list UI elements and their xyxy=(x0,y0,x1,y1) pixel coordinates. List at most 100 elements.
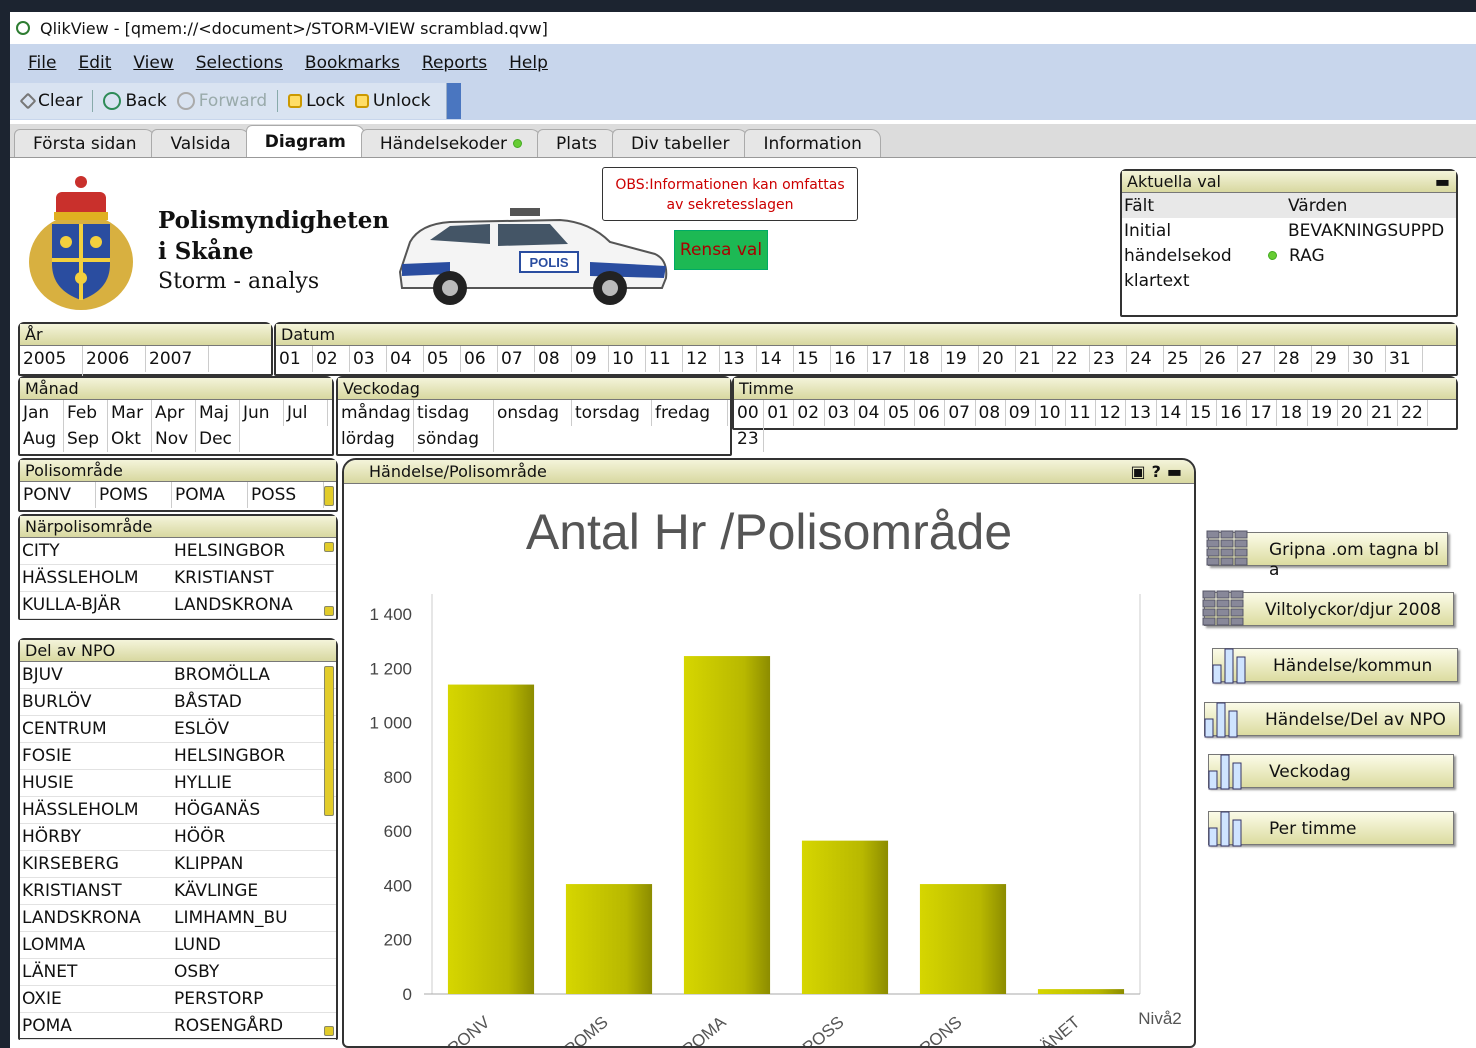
tab-diagram[interactable]: Diagram xyxy=(245,125,365,157)
ar-value-cell[interactable]: 2005 xyxy=(20,346,83,372)
datum-value-cell[interactable]: 12 xyxy=(683,346,720,372)
menu-view[interactable]: View xyxy=(133,53,173,73)
scroll-down-icon[interactable] xyxy=(324,1026,334,1036)
datum-value-cell[interactable]: 28 xyxy=(1275,346,1312,372)
polisomrade-value-cell[interactable]: POMS xyxy=(96,482,172,508)
veckodag-value-cell[interactable]: onsdag xyxy=(494,400,572,426)
lock-button[interactable]: Lock xyxy=(288,91,345,111)
del-av-npo-item[interactable]: BURLÖV xyxy=(20,692,172,712)
nav-button-3[interactable]: Händelse/kommun xyxy=(1212,648,1458,684)
bar-poss[interactable] xyxy=(801,840,889,994)
timme-value-cell[interactable]: 10 xyxy=(1036,400,1067,426)
del-av-npo-item[interactable]: KLIPPAN xyxy=(172,854,324,874)
del-av-npo-item[interactable]: HELSINGBOR xyxy=(172,746,324,766)
export-icon[interactable]: ▣ xyxy=(1130,462,1151,481)
scroll-handle-icon[interactable] xyxy=(324,486,334,506)
datum-value-cell[interactable]: 13 xyxy=(720,346,757,372)
bar-poms[interactable] xyxy=(565,884,653,994)
tab-valsida[interactable]: Valsida xyxy=(151,129,250,157)
timme-value-cell[interactable]: 12 xyxy=(1096,400,1127,426)
manad-value-cell[interactable]: Mar xyxy=(108,400,152,426)
narpolisomrade-item[interactable]: LANDSKRONA xyxy=(172,595,324,615)
narpolisomrade-item[interactable]: HELSINGBOR xyxy=(172,541,324,561)
ar-value-cell[interactable]: 2007 xyxy=(146,346,209,372)
manad-value-cell[interactable]: Sep xyxy=(64,426,108,452)
datum-value-cell[interactable]: 15 xyxy=(794,346,831,372)
timme-value-cell[interactable]: 18 xyxy=(1277,400,1308,426)
menu-selections[interactable]: Selections xyxy=(196,53,283,73)
help-icon[interactable]: ? xyxy=(1152,462,1167,481)
menu-help[interactable]: Help xyxy=(509,53,548,73)
forward-button[interactable]: Forward xyxy=(176,91,267,111)
timme-value-cell[interactable]: 03 xyxy=(825,400,855,426)
minimize-icon[interactable]: ▬ xyxy=(1435,172,1450,191)
datum-value-cell[interactable]: 01 xyxy=(276,346,313,372)
veckodag-value-cell[interactable]: torsdag xyxy=(572,400,652,426)
del-av-npo-item[interactable]: BROMÖLLA xyxy=(172,665,324,685)
del-av-npo-item[interactable]: HÖGANÄS xyxy=(172,800,324,820)
datum-value-cell[interactable]: 26 xyxy=(1201,346,1238,372)
timme-value-cell[interactable]: 23 xyxy=(734,426,765,452)
selection-row[interactable]: händelsekod RAG xyxy=(1122,243,1456,268)
tab-forsta-sidan[interactable]: Första sidan xyxy=(14,129,156,157)
timme-value-cell[interactable]: 04 xyxy=(855,400,885,426)
manad-value-cell[interactable]: Jun xyxy=(240,400,284,426)
menu-file[interactable]: File xyxy=(28,53,56,73)
datum-value-cell[interactable]: 20 xyxy=(979,346,1016,372)
menu-reports[interactable]: Reports xyxy=(422,53,487,73)
clear-button[interactable]: Clear xyxy=(19,91,82,111)
datum-value-cell[interactable]: 30 xyxy=(1349,346,1386,372)
timme-value-cell[interactable]: 05 xyxy=(885,400,916,426)
manad-value-cell[interactable]: Apr xyxy=(152,400,196,426)
ar-value-cell[interactable]: 2006 xyxy=(83,346,146,372)
datum-value-cell[interactable]: 08 xyxy=(535,346,572,372)
datum-value-cell[interactable]: 10 xyxy=(609,346,646,372)
back-button[interactable]: Back xyxy=(103,91,167,111)
manad-value-cell[interactable]: Okt xyxy=(108,426,152,452)
datum-value-cell[interactable]: 14 xyxy=(757,346,794,372)
unlock-button[interactable]: Unlock xyxy=(354,91,430,111)
timme-value-cell[interactable]: 11 xyxy=(1066,400,1097,426)
nav-button-2[interactable]: Viltolyckor/djur 2008 xyxy=(1202,590,1454,626)
selection-row[interactable]: klartext xyxy=(1122,268,1456,293)
del-av-npo-item[interactable]: LOMMA xyxy=(20,935,172,955)
timme-value-cell[interactable]: 20 xyxy=(1338,400,1368,426)
datum-value-cell[interactable]: 31 xyxy=(1386,346,1423,372)
narpolisomrade-item[interactable]: KULLA-BJÄR xyxy=(20,595,172,615)
tab-plats[interactable]: Plats xyxy=(537,129,616,157)
del-av-npo-item[interactable]: CENTRUM xyxy=(20,719,172,739)
veckodag-value-cell[interactable]: fredag xyxy=(652,400,728,426)
timme-value-cell[interactable]: 19 xyxy=(1308,400,1338,426)
timme-value-cell[interactable]: 09 xyxy=(1006,400,1036,426)
datum-value-cell[interactable]: 03 xyxy=(350,346,387,372)
del-av-npo-item[interactable]: HÄSSLEHOLM xyxy=(20,800,172,820)
nav-button-5[interactable]: Veckodag xyxy=(1208,754,1454,790)
datum-value-cell[interactable]: 18 xyxy=(905,346,942,372)
datum-value-cell[interactable]: 19 xyxy=(942,346,979,372)
tab-handelsekoder[interactable]: Händelsekoder xyxy=(360,129,542,157)
del-av-npo-item[interactable]: KÄVLINGE xyxy=(172,881,324,901)
manad-value-cell[interactable]: Aug xyxy=(20,426,64,452)
nav-button-6[interactable]: Per timme xyxy=(1208,811,1454,847)
datum-value-cell[interactable]: 22 xyxy=(1053,346,1090,372)
timme-value-cell[interactable]: 21 xyxy=(1368,400,1399,426)
timme-value-cell[interactable]: 01 xyxy=(764,400,795,426)
polisomrade-value-cell[interactable]: PONV xyxy=(20,482,96,508)
del-av-npo-item[interactable]: HYLLIE xyxy=(172,773,324,793)
veckodag-value-cell[interactable]: söndag xyxy=(414,426,494,452)
tab-information[interactable]: Information xyxy=(744,129,881,157)
del-av-npo-item[interactable]: LANDSKRONA xyxy=(20,908,172,928)
datum-value-cell[interactable]: 16 xyxy=(831,346,868,372)
datum-value-cell[interactable]: 11 xyxy=(646,346,683,372)
timme-value-cell[interactable]: 07 xyxy=(945,400,976,426)
datum-value-cell[interactable]: 04 xyxy=(387,346,424,372)
del-av-npo-item[interactable]: BÅSTAD xyxy=(172,692,324,712)
manad-value-cell[interactable]: Maj xyxy=(196,400,240,426)
datum-value-cell[interactable]: 27 xyxy=(1238,346,1275,372)
menu-bookmarks[interactable]: Bookmarks xyxy=(305,53,400,73)
manad-value-cell[interactable]: Jan xyxy=(20,400,64,426)
del-av-npo-item[interactable]: HUSIE xyxy=(20,773,172,793)
del-av-npo-item[interactable]: OXIE xyxy=(20,989,172,1009)
timme-value-cell[interactable]: 22 xyxy=(1398,400,1429,426)
datum-value-cell[interactable]: 17 xyxy=(868,346,905,372)
